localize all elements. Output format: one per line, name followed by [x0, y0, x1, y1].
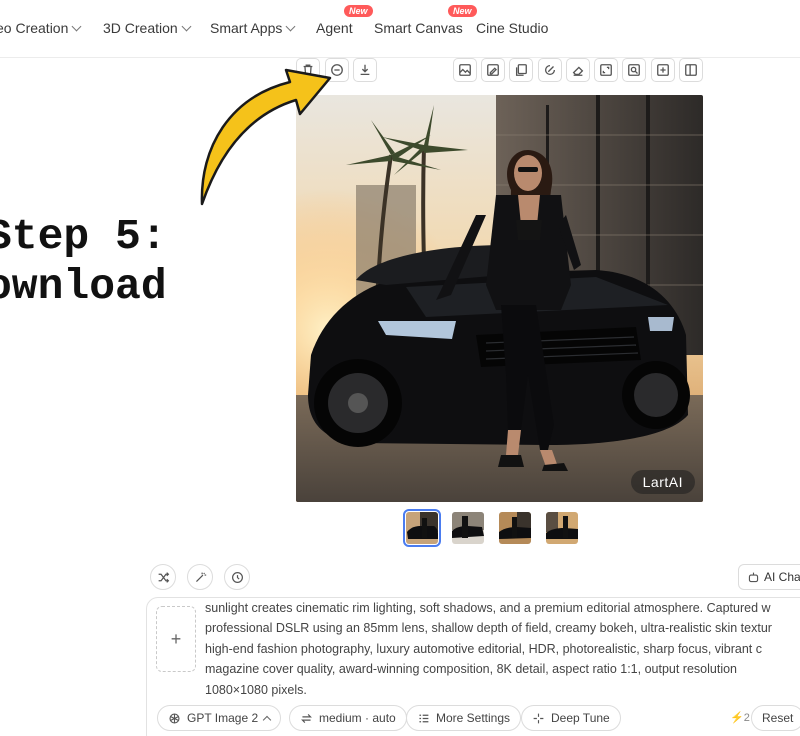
prompt-line: magazine cover quality, award-winning co…	[205, 662, 738, 677]
thumbnail[interactable]	[546, 512, 578, 544]
expand-icon	[600, 64, 612, 76]
nav-smart-canvas[interactable]: New Smart Canvas	[374, 5, 477, 36]
nav-cine-studio[interactable]: Cine Studio	[476, 20, 548, 36]
robot-icon	[748, 572, 759, 582]
prompt-input[interactable]: sunlight creates cinematic rim lighting,…	[205, 598, 800, 700]
deep-tune-button[interactable]: Deep Tune	[521, 705, 621, 731]
image-button[interactable]	[453, 58, 477, 82]
step-caption: Step 5: ownload	[0, 212, 167, 311]
magic-wand-button[interactable]	[187, 564, 213, 590]
sparkle-icon	[533, 713, 544, 723]
ai-chat-button[interactable]: AI Cha	[738, 564, 800, 590]
magic-edit-icon	[544, 64, 556, 76]
chevron-up-icon	[262, 715, 272, 725]
list-settings-icon	[419, 714, 429, 722]
thumbnail-image	[546, 512, 578, 544]
compare-button[interactable]	[679, 58, 703, 82]
zoom-image-icon	[628, 64, 640, 76]
thumbnail-image	[499, 512, 531, 544]
history-icon	[231, 571, 243, 583]
eraser-icon	[572, 66, 584, 76]
deep-tune-label: Deep Tune	[551, 711, 610, 725]
thumbnail[interactable]	[403, 509, 441, 547]
nav-3d-creation[interactable]: 3D Creation	[103, 20, 192, 36]
image-edit-icon	[487, 64, 499, 76]
copy-icon	[515, 64, 527, 76]
chevron-down-icon	[181, 21, 192, 32]
thumbnail[interactable]	[499, 512, 531, 544]
magic-wand-icon	[195, 572, 206, 582]
reset-label: Reset	[762, 711, 794, 725]
prompt-line: high-end fashion photography, luxury aut…	[205, 641, 763, 656]
thumbnail-image	[406, 512, 438, 544]
image-edit-button[interactable]	[481, 58, 505, 82]
nav-smart-apps[interactable]: Smart Apps	[210, 20, 296, 36]
expand-button[interactable]	[594, 58, 618, 82]
chevron-down-icon	[285, 21, 296, 32]
copy-button[interactable]	[509, 58, 533, 82]
reset-button[interactable]: Reset	[751, 705, 800, 731]
prompt-line: 1080×1080 pixels.	[205, 682, 307, 697]
credit-count: 2	[743, 712, 750, 724]
lightning-icon: ⚡	[730, 712, 744, 724]
openai-icon	[169, 712, 180, 724]
ai-chat-label: AI Cha	[764, 570, 800, 584]
watermark: LartAI	[630, 470, 695, 494]
shuffle-icon	[158, 571, 169, 583]
top-nav: eo Creation 3D Creation Smart Apps New Ag…	[0, 0, 800, 58]
compare-icon	[685, 64, 697, 76]
add-reference-button[interactable]: +	[156, 606, 196, 672]
generated-image[interactable]: LartAI	[296, 95, 703, 502]
car-fashion-photo	[296, 95, 703, 502]
nav-video-creation[interactable]: eo Creation	[0, 20, 82, 36]
history-button[interactable]	[224, 564, 250, 590]
image-add-button[interactable]	[651, 58, 675, 82]
nav-agent[interactable]: New Agent	[316, 5, 373, 36]
pointer-arrow	[200, 68, 332, 206]
image-icon	[459, 64, 471, 76]
new-badge: New	[448, 5, 477, 17]
eraser-button[interactable]	[566, 58, 590, 82]
swap-icon	[301, 713, 312, 723]
thumbnail-image	[452, 512, 484, 544]
model-label: GPT Image 2	[187, 711, 259, 725]
magic-edit-button[interactable]	[538, 58, 562, 82]
credit-cost: ⚡2	[730, 711, 750, 724]
quality-select[interactable]: medium · auto	[289, 705, 407, 731]
more-settings-label: More Settings	[436, 711, 511, 725]
model-select[interactable]: GPT Image 2	[157, 705, 282, 731]
chevron-down-icon	[71, 21, 82, 32]
prompt-line: professional DSLR using an 85mm lens, sh…	[205, 621, 772, 636]
more-settings-button[interactable]: More Settings	[406, 705, 522, 731]
download-button[interactable]	[353, 58, 377, 82]
thumbnail[interactable]	[452, 512, 484, 544]
zoom-image-button[interactable]	[622, 58, 646, 82]
download-icon	[360, 64, 370, 76]
prompt-line: sunlight creates cinematic rim lighting,…	[205, 601, 771, 615]
quality-label: medium · auto	[319, 711, 396, 725]
shuffle-button[interactable]	[150, 564, 176, 590]
image-add-icon	[657, 64, 669, 76]
new-badge: New	[344, 5, 373, 17]
